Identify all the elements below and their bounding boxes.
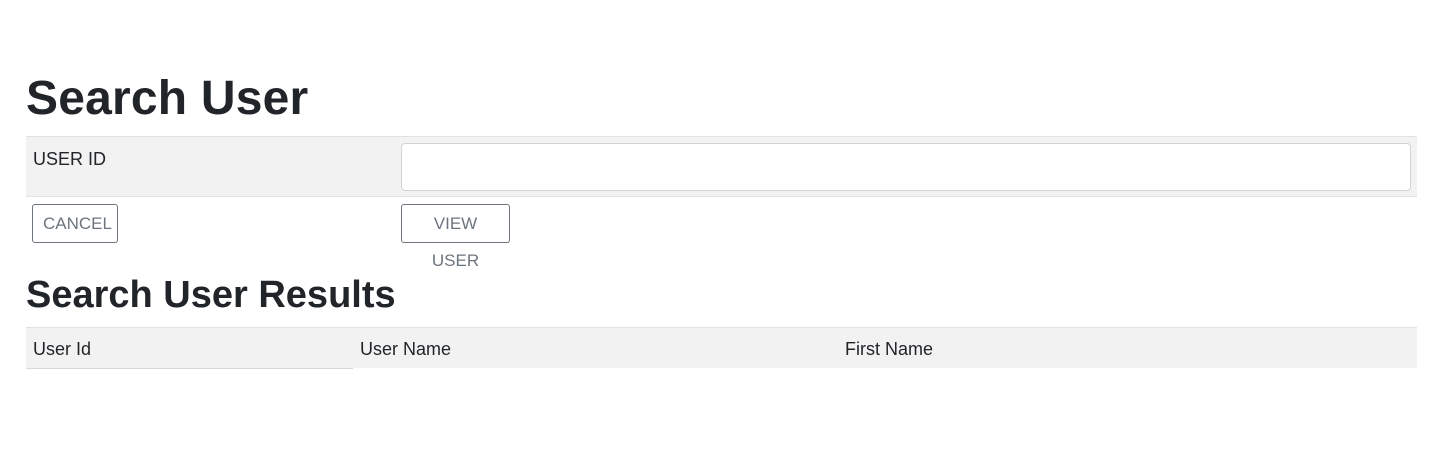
cancel-button[interactable]: CANCEL: [32, 204, 118, 243]
user-id-input[interactable]: [401, 143, 1411, 191]
column-divider: [26, 368, 353, 369]
column-header-user-name: User Name: [360, 339, 452, 359]
user-id-label: USER ID: [33, 149, 107, 169]
results-title: Search User Results: [26, 274, 396, 316]
column-header-user-id: User Id: [33, 339, 92, 359]
results-table-header: User Id User Name First Name: [26, 327, 1417, 369]
user-id-form-row: USER ID: [26, 136, 1417, 197]
page-title: Search User: [26, 72, 309, 125]
search-user-page: Search User USER ID CANCEL VIEW USER Sea…: [0, 0, 1447, 452]
view-user-button[interactable]: VIEW USER: [401, 204, 510, 270]
column-header-first-name: First Name: [845, 339, 934, 359]
